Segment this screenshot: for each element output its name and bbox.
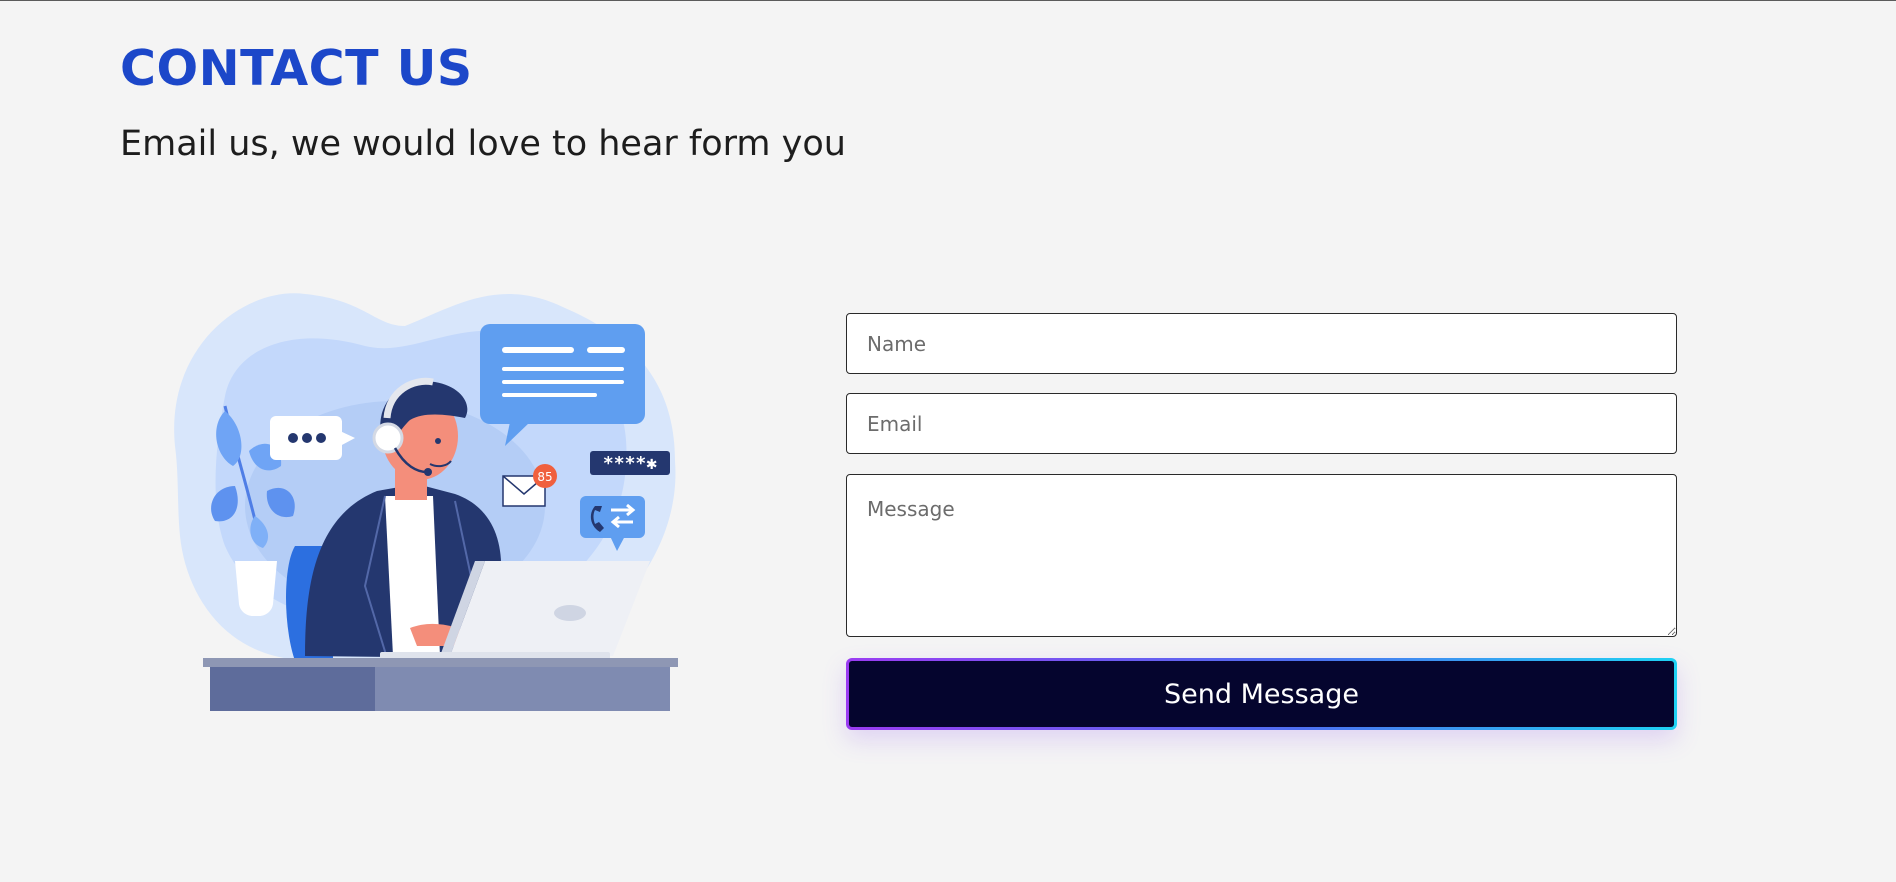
- name-input[interactable]: [846, 313, 1677, 374]
- desk: [203, 658, 678, 711]
- message-textarea[interactable]: [846, 474, 1677, 637]
- password-mask: ****✱: [603, 453, 657, 474]
- contact-form: Send Message: [846, 313, 1677, 730]
- notification-count: 85: [537, 470, 552, 484]
- customer-support-illustration: ****✱ 85: [174, 293, 678, 711]
- email-input[interactable]: [846, 393, 1677, 454]
- password-badge-icon: ****✱: [590, 451, 670, 475]
- send-message-button[interactable]: Send Message: [846, 658, 1677, 730]
- page-title: CONTACT US: [120, 40, 473, 97]
- page-subtitle: Email us, we would love to hear form you: [120, 124, 846, 164]
